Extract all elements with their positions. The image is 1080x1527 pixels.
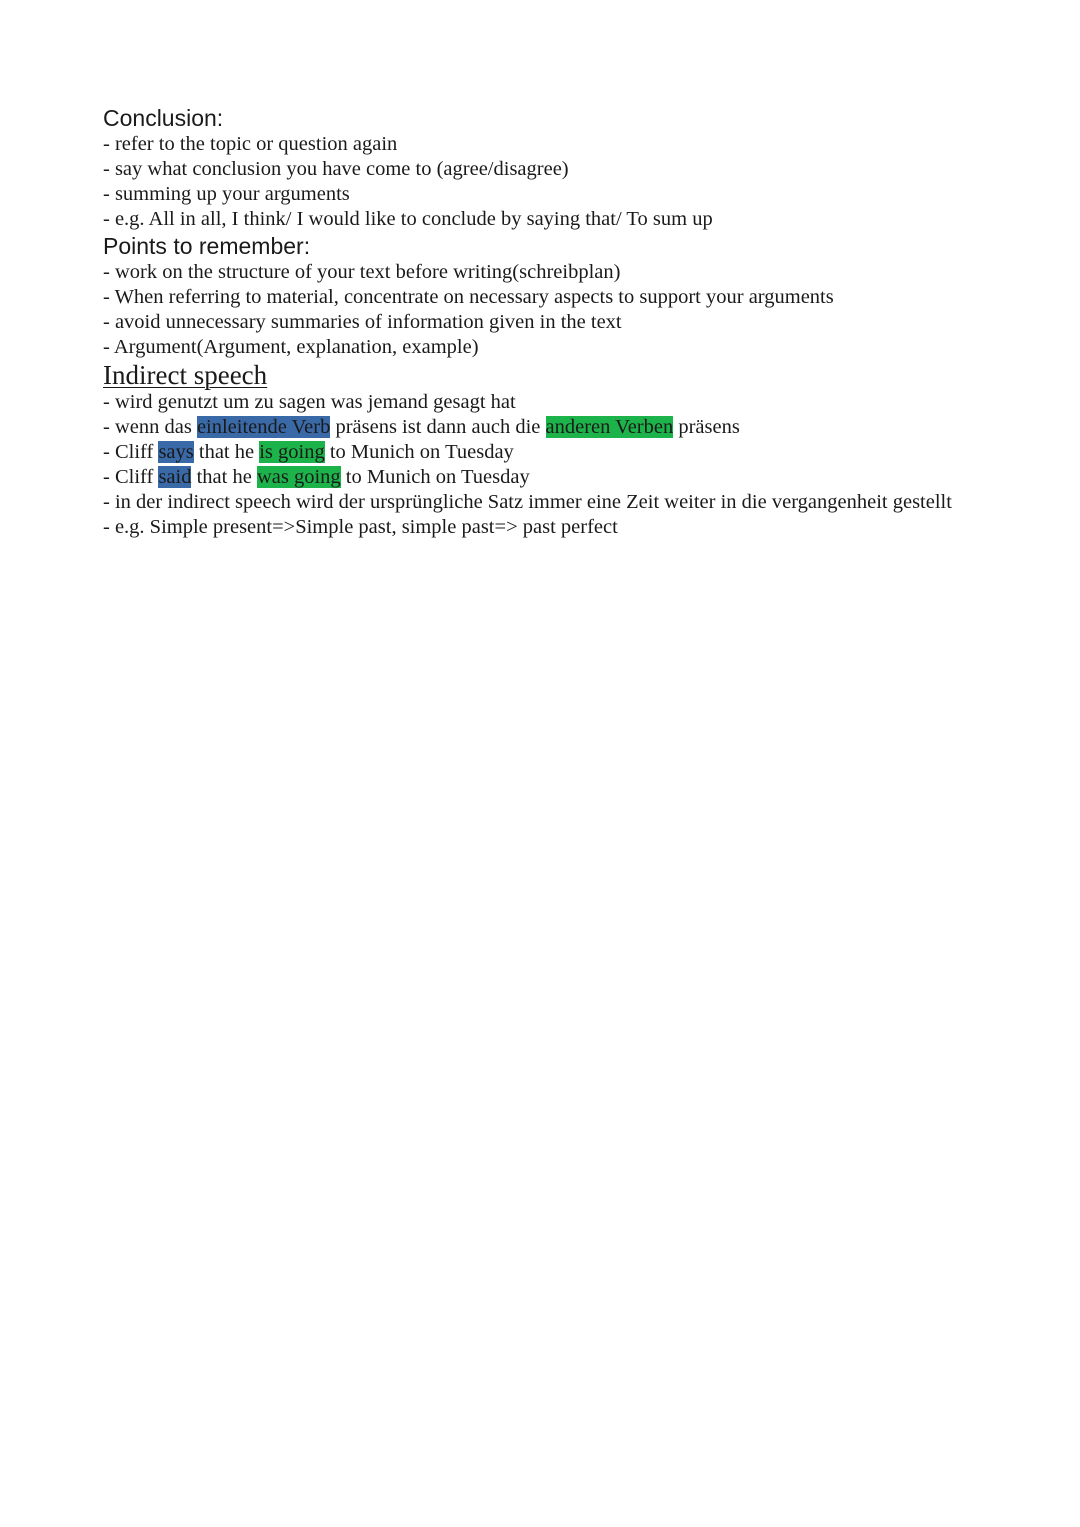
list-item: - Cliff says that he is going to Munich … (103, 440, 963, 465)
list-item: - e.g. All in all, I think/ I would like… (103, 208, 713, 230)
list-item: - Argument(Argument, explanation, exampl… (103, 336, 479, 358)
text: präsens (673, 416, 740, 438)
list-item: - When referring to material, concentrat… (103, 286, 834, 308)
list-item: - summing up your arguments (103, 183, 350, 205)
list-item: - work on the structure of your text bef… (103, 261, 621, 283)
text: - wenn das (103, 416, 197, 438)
conclusion-section: Conclusion: - refer to the topic or ques… (103, 104, 963, 232)
points-section: Points to remember: - work on the struct… (103, 232, 963, 360)
indirect-speech-heading: Indirect speech (103, 360, 268, 390)
text: to Munich on Tuesday (340, 466, 530, 488)
highlight-blue: einleitende Verb (196, 416, 331, 438)
list-item: - e.g. Simple present=>Simple past, simp… (103, 516, 618, 538)
list-item: - wird genutzt um zu sagen was jemand ge… (103, 391, 516, 413)
highlight-green: is going (259, 441, 325, 463)
text: - Cliff (103, 466, 159, 488)
text: - Cliff (103, 441, 159, 463)
highlight-green: was going (256, 466, 341, 488)
highlight-green: anderen Verben (545, 416, 674, 438)
list-item: - in der indirect speech wird der ursprü… (103, 491, 952, 513)
list-item: - Cliff said that he was going to Munich… (103, 465, 963, 490)
points-heading: Points to remember: (103, 233, 311, 259)
list-item: - avoid unnecessary summaries of informa… (103, 311, 622, 333)
list-item: - say what conclusion you have come to (… (103, 158, 569, 180)
highlight-blue: says (158, 441, 194, 463)
highlight-blue: said (158, 466, 192, 488)
list-item: - refer to the topic or question again (103, 133, 398, 155)
text: that he (193, 441, 260, 463)
indirect-speech-section: Indirect speech - wird genutzt um zu sag… (103, 360, 963, 540)
conclusion-heading: Conclusion: (103, 105, 224, 131)
list-item: - wenn das einleitende Verb präsens ist … (103, 415, 963, 440)
text: to Munich on Tuesday (324, 441, 514, 463)
text: präsens ist dann auch die (330, 416, 546, 438)
document-page: Conclusion: - refer to the topic or ques… (103, 104, 963, 540)
text: that he (191, 466, 257, 488)
